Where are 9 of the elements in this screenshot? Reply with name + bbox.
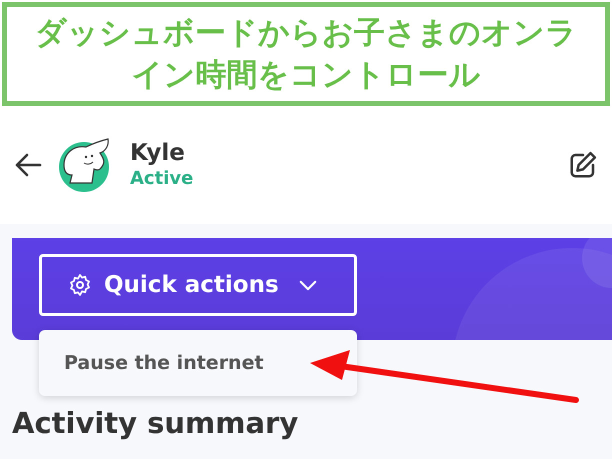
- menu-item[interactable]: Pause the internet: [39, 352, 264, 374]
- child-name: Kyle: [130, 139, 186, 167]
- caption-text: ダッシュボードからお子さまのオンライン時間をコントロール: [34, 14, 578, 95]
- section-title: Activity summary: [12, 406, 300, 440]
- edit-icon[interactable]: [568, 150, 598, 180]
- back-arrow-icon[interactable]: [14, 153, 42, 177]
- status-text: Active: [130, 167, 194, 191]
- quick-actions-button[interactable]: Quick actions: [39, 254, 357, 316]
- gear-icon: [68, 273, 92, 297]
